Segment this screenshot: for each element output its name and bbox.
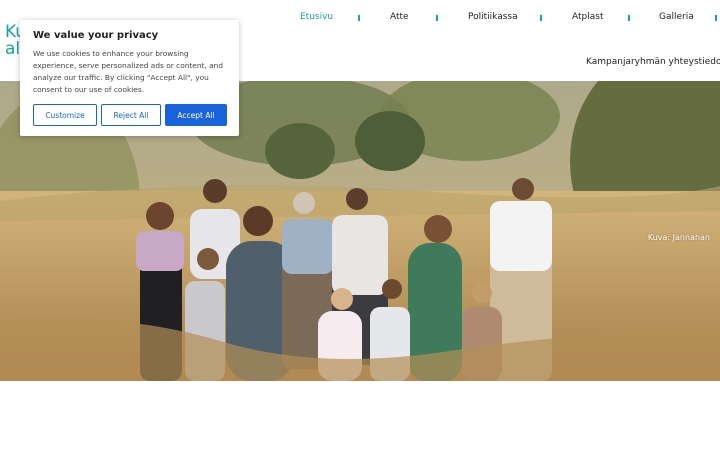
page: Ku al Etusivu Atte Politiikassa Atplast … xyxy=(0,0,720,450)
nav-item-politiikassa[interactable]: Politiikassa xyxy=(468,11,540,24)
nav-item-atte[interactable]: Atte xyxy=(390,11,436,24)
cookie-buttons: Customize Reject All Accept All xyxy=(33,104,227,126)
cookie-title: We value your privacy xyxy=(33,30,159,41)
main-nav: Etusivu Atte Politiikassa Atplast Galler… xyxy=(300,11,717,24)
reject-all-button[interactable]: Reject All xyxy=(101,104,161,126)
nav-separator xyxy=(540,14,542,21)
nav-separator xyxy=(715,14,717,21)
nav-item-galleria[interactable]: Galleria xyxy=(659,11,715,24)
nav-item-etusivu[interactable]: Etusivu xyxy=(300,11,358,24)
nav-item-atplast[interactable]: Atplast xyxy=(572,11,628,24)
nav-separator xyxy=(436,14,438,21)
nav-separator xyxy=(358,14,360,21)
accept-all-button[interactable]: Accept All xyxy=(165,104,227,126)
cookie-consent-banner: We value your privacy We use cookies to … xyxy=(20,20,239,136)
nav-item-kampanjaryhman-yhteystiedot[interactable]: Kampanjaryhmän yhteystiedot xyxy=(586,57,720,67)
cookie-description: We use cookies to enhance your browsing … xyxy=(33,49,224,94)
photo-caption: Kuva: Jannahan xyxy=(647,233,710,242)
nav-separator xyxy=(628,14,630,21)
customize-button[interactable]: Customize xyxy=(33,104,97,126)
